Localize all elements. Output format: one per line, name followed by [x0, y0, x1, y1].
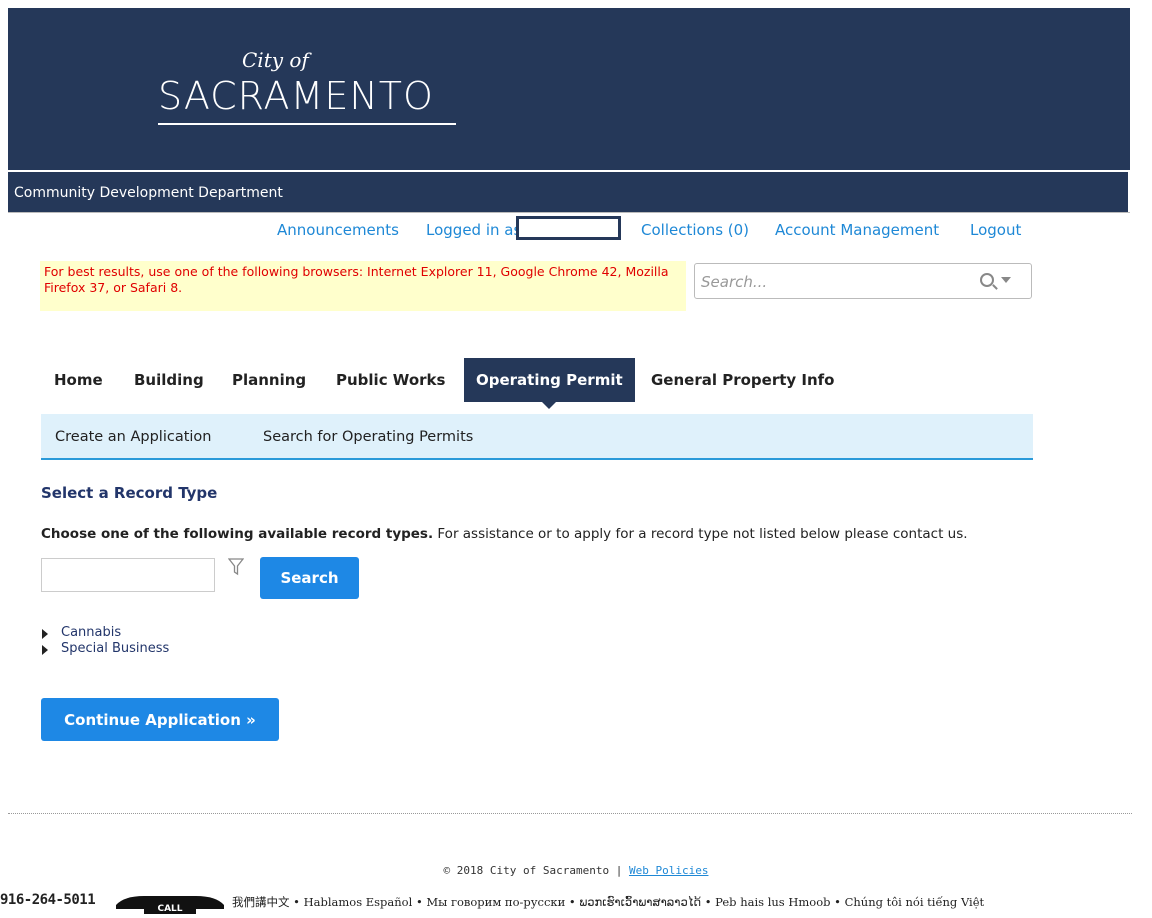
- record-type-label: Special Business: [61, 641, 170, 656]
- global-search-input[interactable]: [701, 270, 961, 294]
- divider: [8, 212, 1130, 213]
- continue-application-button[interactable]: Continue Application »: [41, 698, 279, 741]
- logged-in-as-label: Logged in as: [426, 221, 522, 239]
- record-type-label: Cannabis: [61, 625, 122, 640]
- copyright: © 2018 City of Sacramento | Web Policies: [0, 864, 1152, 877]
- chevron-down-icon[interactable]: [1001, 277, 1011, 283]
- collections-link[interactable]: Collections (0): [641, 221, 749, 239]
- list-item[interactable]: Special Business: [41, 641, 169, 657]
- filter-icon[interactable]: [228, 558, 244, 576]
- sub-nav: Create an Application Search for Operati…: [41, 414, 1033, 460]
- subnav-create-application[interactable]: Create an Application: [55, 429, 212, 445]
- header-banner: City of SACRAMENTO: [8, 8, 1130, 170]
- call-311-icon: CALL: [116, 896, 224, 914]
- account-management-link[interactable]: Account Management: [775, 221, 939, 239]
- footer-divider: [8, 813, 1132, 814]
- instructions-bold: Choose one of the following available re…: [41, 526, 434, 542]
- language-list: 我們講中文 • Hablamos Español • Мы говорим по…: [232, 895, 985, 909]
- instructions: Choose one of the following available re…: [41, 526, 968, 542]
- call-label: CALL: [157, 904, 182, 914]
- phone-number: 916-264-5011: [0, 892, 96, 908]
- logo-sacramento: SACRAMENTO: [158, 74, 434, 118]
- username-redacted[interactable]: [516, 216, 621, 240]
- page-title: Select a Record Type: [41, 484, 218, 502]
- expand-arrow-icon[interactable]: [42, 645, 48, 655]
- department-name: Community Development Department: [14, 185, 283, 201]
- expand-arrow-icon[interactable]: [42, 629, 48, 639]
- tab-public-works[interactable]: Public Works: [336, 358, 445, 402]
- tab-planning[interactable]: Planning: [232, 358, 306, 402]
- record-type-list: Cannabis Special Business: [41, 625, 169, 657]
- tab-home[interactable]: Home: [54, 358, 103, 402]
- record-type-search-input[interactable]: [41, 558, 215, 592]
- browser-notice: For best results, use one of the followi…: [40, 261, 686, 311]
- tab-general-property-info[interactable]: General Property Info: [651, 358, 835, 402]
- subnav-search-operating-permits[interactable]: Search for Operating Permits: [263, 429, 473, 445]
- department-bar: Community Development Department: [8, 172, 1128, 212]
- logo-underline: [158, 123, 456, 125]
- web-policies-link[interactable]: Web Policies: [629, 864, 708, 877]
- announcements-link[interactable]: Announcements: [277, 221, 399, 239]
- tab-building[interactable]: Building: [134, 358, 204, 402]
- instructions-rest: For assistance or to apply for a record …: [433, 526, 968, 542]
- logo-city-of: City of: [242, 48, 309, 72]
- logout-link[interactable]: Logout: [970, 221, 1021, 239]
- copyright-text: © 2018 City of Sacramento |: [443, 864, 623, 877]
- tab-operating-permit[interactable]: Operating Permit: [464, 358, 635, 409]
- global-search: [694, 263, 1032, 299]
- list-item[interactable]: Cannabis: [41, 625, 169, 641]
- search-button[interactable]: Search: [260, 557, 359, 599]
- call-strip: 916-264-5011 CALL 我們講中文 • Hablamos Españ…: [0, 890, 1152, 914]
- search-icon[interactable]: [980, 273, 994, 287]
